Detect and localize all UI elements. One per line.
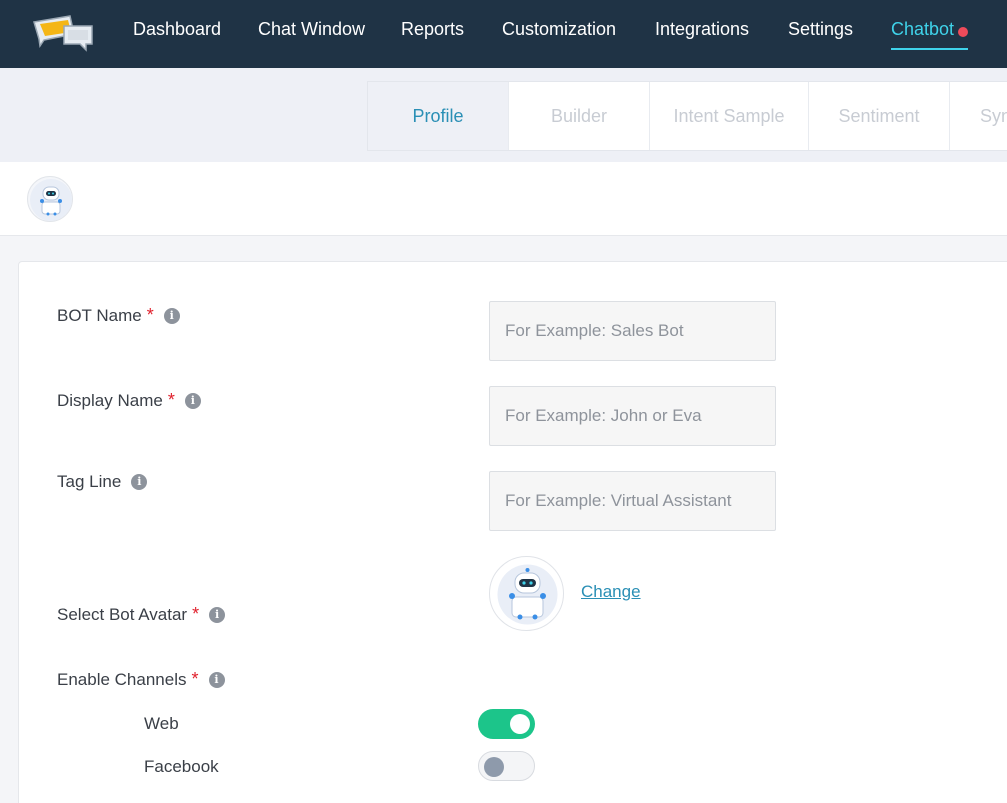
nav-dashboard[interactable]: Dashboard <box>133 18 221 42</box>
nav-chat-window[interactable]: Chat Window <box>258 18 365 42</box>
tag-line-input[interactable] <box>489 471 776 531</box>
nav-integrations[interactable]: Integrations <box>655 18 749 42</box>
nav-customization[interactable]: Customization <box>502 18 616 42</box>
bot-name-input[interactable] <box>489 301 776 361</box>
channel-facebook-toggle[interactable] <box>478 751 535 781</box>
toggle-knob <box>510 714 530 734</box>
robot-icon <box>30 179 72 221</box>
nav-chatbot[interactable]: Chatbot <box>891 18 954 42</box>
bot-avatar-small <box>27 176 73 222</box>
tab-synonyms[interactable]: Syn <box>950 82 1007 150</box>
bot-avatar-label: Select Bot Avatar * i <box>57 604 226 625</box>
toggle-knob <box>484 757 504 777</box>
display-name-label: Display Name * i <box>57 390 201 411</box>
info-icon[interactable]: i <box>163 307 180 324</box>
required-marker: * <box>191 669 199 689</box>
tab-sentiment[interactable]: Sentiment <box>809 82 950 150</box>
channel-web-label: Web <box>144 714 179 733</box>
channel-web-toggle[interactable] <box>478 709 535 739</box>
tab-intent-sample[interactable]: Intent Sample <box>650 82 809 150</box>
nav-reports[interactable]: Reports <box>401 18 464 42</box>
required-marker: * <box>167 390 175 410</box>
bot-avatar-label-text: Select Bot Avatar <box>57 604 188 624</box>
required-marker: * <box>146 305 154 325</box>
tab-profile[interactable]: Profile <box>368 82 509 150</box>
app-logo[interactable] <box>30 12 98 52</box>
tab-builder[interactable]: Builder <box>509 82 650 150</box>
enable-channels-label: Enable Channels * i <box>57 669 225 690</box>
active-nav-underline <box>891 48 968 50</box>
change-avatar-link[interactable]: Change <box>581 582 641 602</box>
channel-facebook-label: Facebook <box>144 757 219 776</box>
display-name-label-text: Display Name <box>57 390 163 410</box>
tag-line-label-text: Tag Line <box>57 472 122 491</box>
enable-channels-label-text: Enable Channels <box>57 669 187 689</box>
display-name-input[interactable] <box>489 386 776 446</box>
nav-settings[interactable]: Settings <box>788 18 853 42</box>
bot-name-label-text: BOT Name <box>57 305 142 325</box>
info-icon[interactable]: i <box>184 392 201 409</box>
top-navigation: Dashboard Chat Window Reports Customizat… <box>0 0 1007 68</box>
bot-name-label: BOT Name * i <box>57 305 180 326</box>
info-icon[interactable]: i <box>209 606 226 623</box>
tag-line-label: Tag Line i <box>57 472 148 492</box>
tab-bar: Profile Builder Intent Sample Sentiment … <box>367 81 1007 151</box>
bot-avatar-preview[interactable] <box>489 556 564 631</box>
required-marker: * <box>192 604 200 624</box>
robot-icon <box>497 564 558 625</box>
info-icon[interactable]: i <box>208 671 225 688</box>
notification-dot <box>958 27 968 37</box>
info-icon[interactable]: i <box>131 474 148 490</box>
bot-header-strip <box>0 162 1007 236</box>
